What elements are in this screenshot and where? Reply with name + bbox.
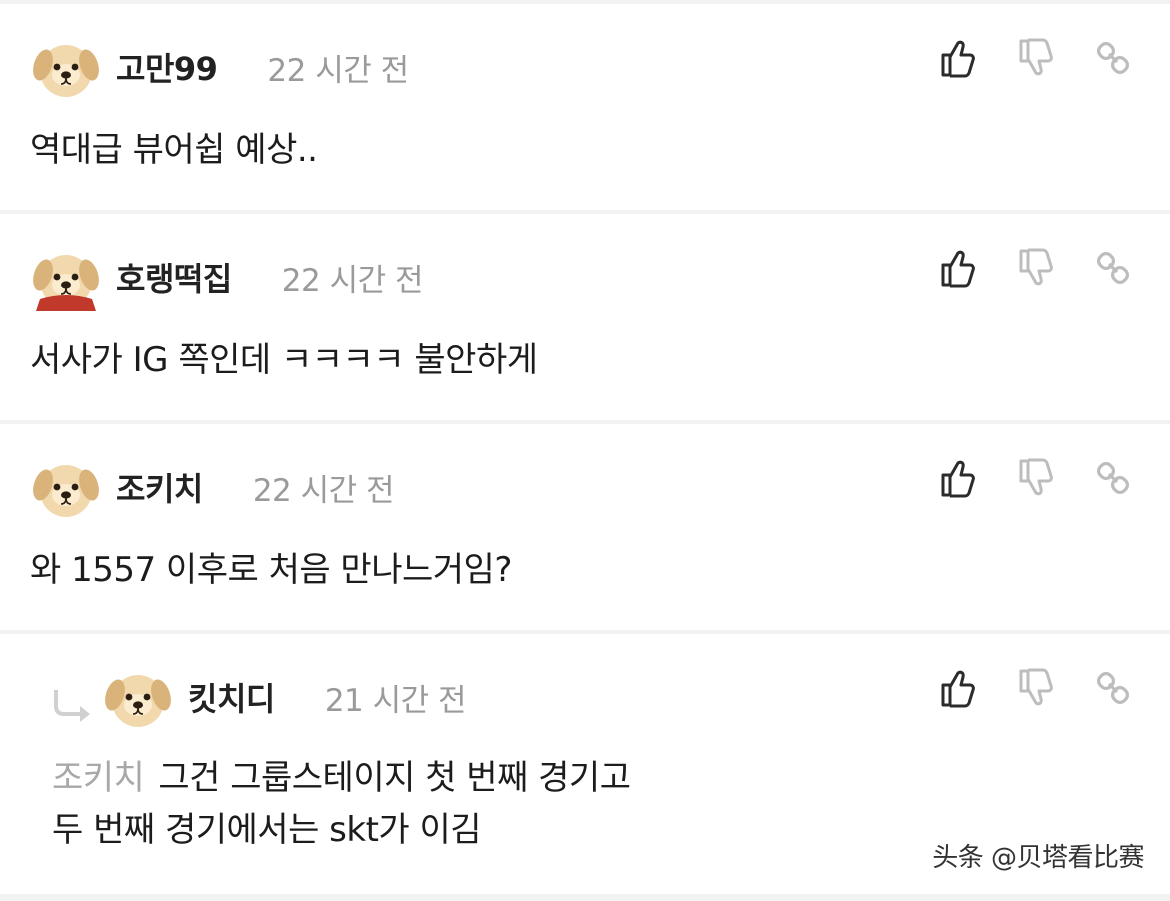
like-button[interactable] [938,668,976,708]
dislike-button[interactable] [1016,38,1054,78]
comment-text: 서사가 IG 쪽인데 ㅋㅋㅋㅋ 불안하게 [30,340,538,380]
thumbs-down-icon [1016,248,1054,288]
username[interactable]: 고만99 [116,44,218,90]
comment-actions [938,668,1132,708]
username[interactable]: 호랭떡집 [116,254,232,300]
thumbs-up-icon [938,38,976,78]
link-icon [1094,248,1132,288]
comment-header: 고만99 22 시간 전 [30,32,409,102]
puppy-avatar-icon[interactable] [30,451,102,523]
comment-actions [938,248,1132,288]
dislike-button[interactable] [1016,458,1054,498]
thumbs-up-icon [938,248,976,288]
copy-link-button[interactable] [1094,458,1132,498]
thumbs-up-icon [938,668,976,708]
comment-header: 킷치디 21 시간 전 [50,661,467,733]
comment-header: 조키치 22 시간 전 [30,451,395,523]
copy-link-button[interactable] [1094,668,1132,708]
comment-actions [938,38,1132,78]
puppy-avatar-icon[interactable] [30,241,102,313]
comment-text: 역대급 뷰어쉽 예상.. [30,130,318,170]
reply-card: 킷치디 21 시간 전 조키치 그건 그룹스테이지 첫 번째 경기고 두 번째 경… [0,634,1170,894]
reply-line-1: 조키치 그건 그룹스테이지 첫 번째 경기고 [52,752,631,804]
dislike-button[interactable] [1016,668,1054,708]
thumbs-down-icon [1016,458,1054,498]
thumbs-down-icon [1016,668,1054,708]
reply-text: 조키치 그건 그룹스테이지 첫 번째 경기고 두 번째 경기에서는 skt가 이김 [52,752,631,856]
thumbs-down-icon [1016,38,1054,78]
link-icon [1094,668,1132,708]
puppy-avatar-icon[interactable] [30,31,102,103]
copy-link-button[interactable] [1094,38,1132,78]
username[interactable]: 조키치 [116,464,203,510]
username[interactable]: 킷치디 [188,674,275,720]
timestamp: 22 시간 전 [281,262,424,299]
watermark: 头条 @贝塔看比赛 [932,843,1144,873]
timestamp: 21 시간 전 [324,682,467,719]
reply-line-1-text: 그건 그룹스테이지 첫 번째 경기고 [158,758,631,798]
like-button[interactable] [938,458,976,498]
link-icon [1094,458,1132,498]
reply-arrow-icon [54,690,90,722]
puppy-avatar-icon[interactable] [102,661,174,733]
comment-actions [938,458,1132,498]
dislike-button[interactable] [1016,248,1054,288]
comment-card: 조키치 22 시간 전 와 1557 이후로 처음 만나느거임? [0,424,1170,630]
mention-username[interactable]: 조키치 [52,758,145,798]
comment-card: 고만99 22 시간 전 역대급 뷰어쉽 예상.. [0,4,1170,210]
reply-line-2: 두 번째 경기에서는 skt가 이김 [52,810,482,850]
comment-header: 호랭떡집 22 시간 전 [30,242,423,312]
timestamp: 22 시간 전 [267,52,409,89]
copy-link-button[interactable] [1094,248,1132,288]
like-button[interactable] [938,248,976,288]
comment-card: 호랭떡집 22 시간 전 서사가 IG 쪽인데 ㅋㅋㅋㅋ 불안하게 [0,214,1170,420]
like-button[interactable] [938,38,976,78]
comment-text: 와 1557 이후로 처음 만나느거임? [30,550,512,590]
timestamp: 22 시간 전 [252,472,395,509]
thumbs-up-icon [938,458,976,498]
link-icon [1094,38,1132,78]
